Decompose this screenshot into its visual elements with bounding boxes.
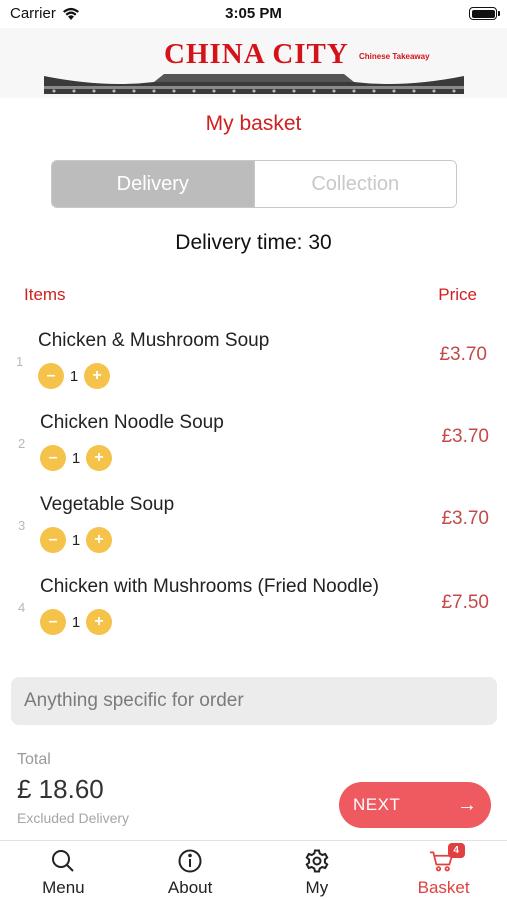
total-amount: £ 18.60 <box>17 774 104 804</box>
order-type-segmented-control: Delivery Collection <box>51 160 457 208</box>
decrease-quantity-button[interactable]: – <box>40 445 66 471</box>
order-note-input[interactable] <box>11 677 497 725</box>
tab-basket[interactable]: 4 Basket <box>380 841 507 900</box>
decrease-quantity-button[interactable]: – <box>40 527 66 553</box>
item-price: £7.50 <box>441 592 489 613</box>
quantity-stepper: – 1 + <box>40 527 112 553</box>
quantity-stepper: – 1 + <box>40 609 112 635</box>
restaurant-logo: CHINA CITY Chinese Takeaway <box>44 36 464 94</box>
page-title: My basket <box>205 112 302 135</box>
delivery-option[interactable]: Delivery <box>52 161 254 207</box>
quantity-stepper: – 1 + <box>38 363 110 389</box>
status-time: 3:05 PM <box>225 5 282 22</box>
tab-menu-label: Menu <box>42 878 85 897</box>
header-banner: CHINA CITY Chinese Takeaway <box>0 28 507 98</box>
arrow-right-icon: → <box>457 793 477 816</box>
pagoda-roof-graphic <box>44 74 464 94</box>
item-index: 4 <box>18 600 26 615</box>
quantity-value: 1 <box>71 449 81 467</box>
item-price: £3.70 <box>439 344 487 365</box>
info-icon <box>178 849 202 873</box>
next-button-label: NEXT <box>353 795 401 814</box>
increase-quantity-button[interactable]: + <box>84 363 110 389</box>
item-price: £3.70 <box>441 426 489 447</box>
status-bar: Carrier 3:05 PM <box>0 0 507 28</box>
tab-basket-label: Basket <box>417 878 470 897</box>
increase-quantity-button[interactable]: + <box>86 609 112 635</box>
item-name: Chicken Noodle Soup <box>40 412 224 433</box>
item-index: 2 <box>18 436 26 451</box>
total-note: Excluded Delivery <box>17 810 130 826</box>
price-column-header: Price <box>438 285 477 304</box>
delivery-time: Delivery time: 30 <box>175 231 332 254</box>
battery-icon <box>469 7 500 20</box>
next-button[interactable]: NEXT → <box>339 782 491 828</box>
tab-my-label: My <box>305 878 329 897</box>
quantity-value: 1 <box>69 367 79 385</box>
basket-item: 2 Chicken Noodle Soup – 1 + £3.70 <box>0 412 507 492</box>
quantity-stepper: – 1 + <box>40 445 112 471</box>
cart-count-badge: 4 <box>447 843 465 858</box>
logo-subtitle: Chinese Takeaway <box>359 52 430 61</box>
increase-quantity-button[interactable]: + <box>86 527 112 553</box>
basket-item: 1 Chicken & Mushroom Soup – 1 + £3.70 <box>0 330 505 410</box>
quantity-value: 1 <box>71 531 81 549</box>
basket-item: 4 Chicken with Mushrooms (Fried Noodle) … <box>0 576 507 656</box>
gear-icon <box>305 849 329 873</box>
item-index: 3 <box>18 518 26 533</box>
tab-bar: Menu About My 4 Basket <box>0 840 507 900</box>
total-label: Total <box>17 751 51 768</box>
tab-menu[interactable]: Menu <box>0 841 127 900</box>
item-name: Vegetable Soup <box>40 494 175 515</box>
basket-item: 3 Vegetable Soup – 1 + £3.70 <box>0 494 507 574</box>
quantity-value: 1 <box>71 613 81 631</box>
items-column-header: Items <box>24 285 66 304</box>
tab-my[interactable]: My <box>254 841 381 900</box>
collection-option[interactable]: Collection <box>253 161 456 207</box>
item-price: £3.70 <box>441 508 489 529</box>
decrease-quantity-button[interactable]: – <box>38 363 64 389</box>
item-name: Chicken with Mushrooms (Fried Noodle) <box>40 576 379 597</box>
tab-about[interactable]: About <box>127 841 254 900</box>
decrease-quantity-button[interactable]: – <box>40 609 66 635</box>
item-index: 1 <box>16 354 24 369</box>
item-name: Chicken & Mushroom Soup <box>38 330 270 351</box>
search-icon <box>52 850 75 872</box>
increase-quantity-button[interactable]: + <box>86 445 112 471</box>
tab-about-label: About <box>167 878 213 897</box>
logo-title: CHINA CITY <box>164 38 349 70</box>
